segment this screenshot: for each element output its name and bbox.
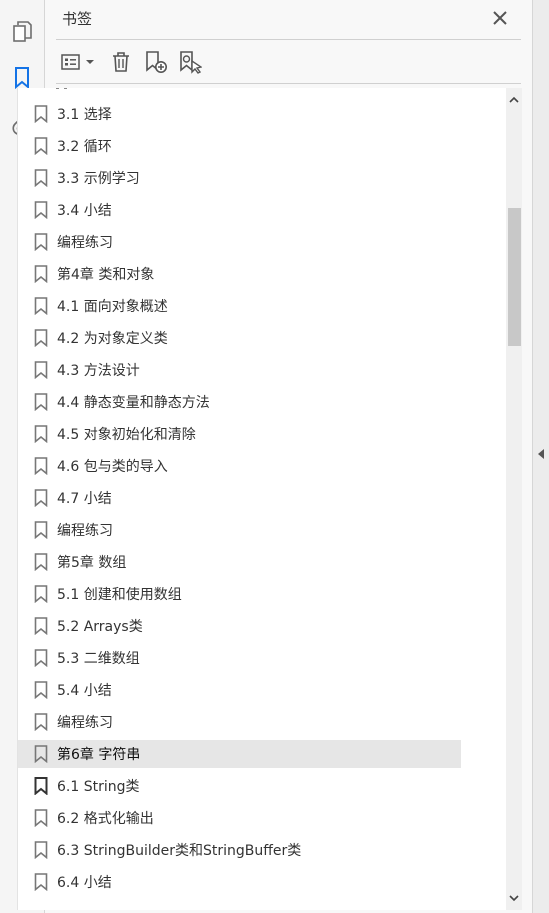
bookmark-icon [34,425,48,444]
bookmark-label: 第4章 类和对象 [57,267,155,283]
bookmark-icon [34,361,48,380]
bookmark-label: 编程练习 [57,235,113,251]
bookmark-icon [34,585,48,604]
bookmark-icon [34,649,48,668]
delete-bookmark-icon[interactable] [108,48,134,76]
partial-bookmark-bottom [34,905,124,910]
bookmark-item[interactable]: 4.5 对象初始化和清除 [18,420,461,448]
bookmark-item[interactable]: 3.3 示例学习 [18,164,461,192]
bookmark-label: 4.4 静态变量和静态方法 [57,395,210,411]
close-icon[interactable] [490,8,510,28]
pages-icon[interactable] [8,18,36,46]
scrollbar-thumb[interactable] [508,208,521,346]
bookmark-item[interactable]: 3.2 循环 [18,132,461,160]
bookmark-icon [34,105,48,124]
bookmark-label: 3.1 选择 [57,107,112,123]
bookmark-item[interactable]: 第5章 数组 [18,548,461,576]
bookmark-item[interactable]: 编程练习 [18,228,461,256]
scroll-down-icon[interactable] [506,890,522,906]
bookmark-label: 编程练习 [57,715,113,731]
panel-title: 书签 [62,10,93,28]
bookmark-icon [34,617,48,636]
bookmark-label: 4.1 面向对象概述 [57,299,168,315]
bookmark-icon [34,489,48,508]
bookmark-item[interactable]: 6.3 StringBuilder类和StringBuffer类 [18,836,461,864]
bookmark-icon [34,201,48,220]
bookmark-icon [34,553,48,572]
bookmark-label: 4.6 包与类的导入 [57,459,168,475]
bookmark-item[interactable]: 编程练习 [18,708,461,736]
bookmark-item[interactable]: 5.3 二维数组 [18,644,461,672]
bookmark-icon [34,329,48,348]
bookmark-icon [34,169,48,188]
bookmark-toolbar [56,40,521,83]
bookmark-label: 5.4 小结 [57,683,112,699]
bookmark-list: 3.1 选择 3.2 循环 3.3 示例学习 3.4 小结 编程练习 第4章 类和对象 4.… [17,88,506,910]
bookmark-item[interactable]: 编程练习 [18,516,461,544]
bookmark-item[interactable]: 4.6 包与类的导入 [18,452,461,480]
bookmark-label: 第5章 数组 [57,555,127,571]
bookmark-label: 6.1 String类 [57,779,140,795]
new-bookmark-icon[interactable] [142,48,170,76]
scroll-up-icon[interactable] [506,92,522,108]
bookmark-label: 4.3 方法设计 [57,363,140,379]
bookmark-icon [34,137,48,156]
bookmark-label: 6.2 格式化输出 [57,811,154,827]
bookmark-label: 3.2 循环 [57,139,112,155]
bookmark-item[interactable]: 6.1 String类 [18,772,461,800]
bookmark-icon [34,809,48,828]
bookmark-icon [34,297,48,316]
bookmark-icon [34,841,48,860]
bookmark-item[interactable]: 4.4 静态变量和静态方法 [18,388,461,416]
bookmark-label: 5.3 二维数组 [57,651,140,667]
collapse-arrow-icon[interactable] [536,448,546,460]
bookmark-item[interactable]: 3.4 小结 [18,196,461,224]
collapse-panel-strip[interactable] [532,0,549,913]
bookmark-label: 4.2 为对象定义类 [57,331,168,347]
bookmark-item[interactable]: 5.1 创建和使用数组 [18,580,461,608]
bookmark-icon [34,521,48,540]
bookmark-icon [34,777,48,796]
bookmark-icon [34,745,48,764]
bookmark-label: 6.3 StringBuilder类和StringBuffer类 [57,843,302,859]
bookmark-from-selection-icon[interactable] [176,48,204,76]
bookmark-icon [34,873,48,892]
bookmark-item[interactable]: 第4章 类和对象 [18,260,461,288]
bookmark-icon [34,681,48,700]
partial-bookmark-top [54,88,74,92]
bookmark-label: 5.2 Arrays类 [57,619,143,635]
bookmark-label: 4.7 小结 [57,491,112,507]
bookmark-icon [34,393,48,412]
bookmark-label: 编程练习 [57,523,113,539]
bookmark-item[interactable]: 6.4 小结 [18,868,461,896]
bookmark-item[interactable]: 第6章 字符串 [18,740,461,768]
bookmark-icon [34,457,48,476]
bookmark-item[interactable]: 5.4 小结 [18,676,461,704]
bookmark-label: 5.1 创建和使用数组 [57,587,182,603]
bookmark-item[interactable]: 4.2 为对象定义类 [18,324,461,352]
bookmark-item[interactable]: 3.1 选择 [18,100,461,128]
bookmark-item[interactable]: 4.1 面向对象概述 [18,292,461,320]
bookmark-item[interactable]: 6.2 格式化输出 [18,804,461,832]
bookmark-icon [34,713,48,732]
bookmark-item[interactable]: 4.3 方法设计 [18,356,461,384]
bookmark-label: 4.5 对象初始化和清除 [57,427,196,443]
vertical-scrollbar[interactable] [506,88,522,910]
bookmark-label: 6.4 小结 [57,875,112,891]
bookmark-label: 第6章 字符串 [57,747,141,763]
bookmark-label: 3.4 小结 [57,203,112,219]
bookmark-item[interactable]: 4.7 小结 [18,484,461,512]
options-menu-icon[interactable] [60,48,98,76]
bookmark-item[interactable]: 5.2 Arrays类 [18,612,461,640]
bookmark-icon [34,233,48,252]
bookmark-icon [34,265,48,284]
divider [56,83,521,84]
bookmark-label: 3.3 示例学习 [57,171,140,187]
